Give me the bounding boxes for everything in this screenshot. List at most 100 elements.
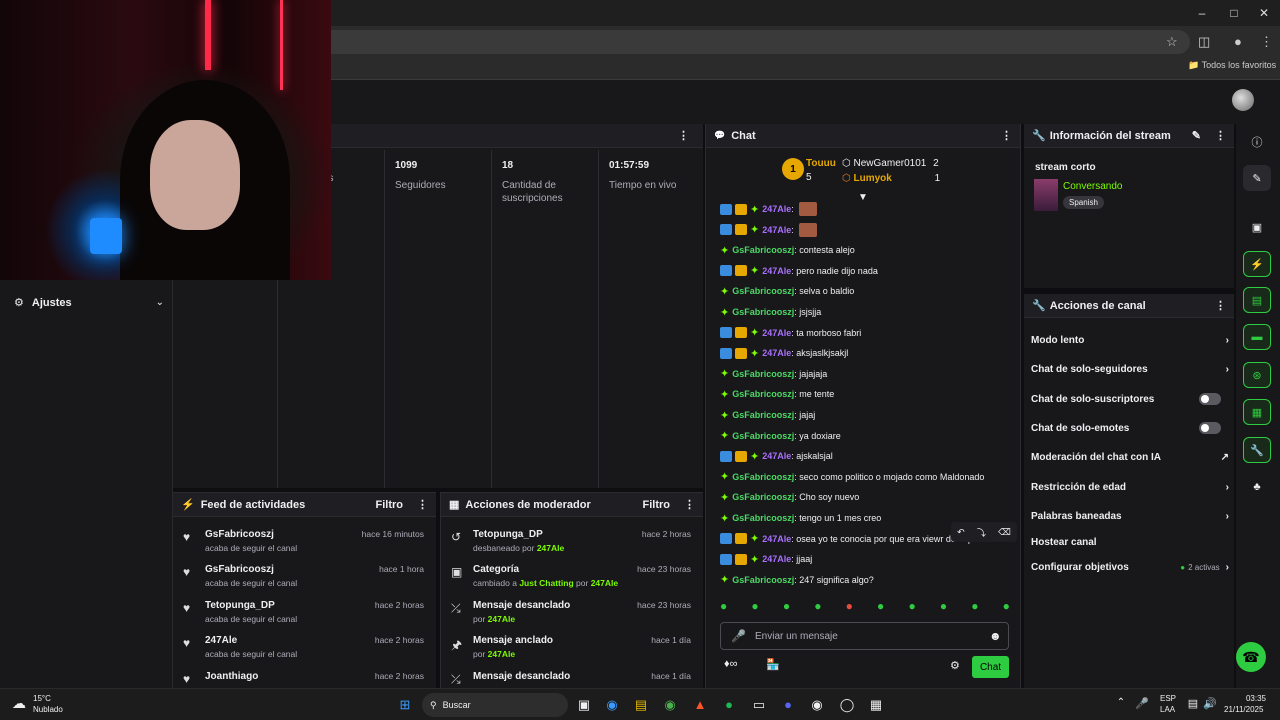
chat-message[interactable]: ✦ 247Ale: pero nadie dijo nada [720, 262, 878, 280]
chat-message[interactable]: ✦ 247Ale: ajskalsjal [720, 447, 833, 465]
task-view-icon[interactable]: ▣ [574, 697, 594, 713]
chevron-up-icon[interactable]: ⌃ [1111, 697, 1131, 708]
chat-username[interactable]: GsFabricooszj [732, 575, 794, 585]
chat-username[interactable]: 247Ale [762, 225, 791, 235]
info-icon[interactable]: ⓘ [1243, 129, 1271, 155]
app-icon[interactable]: ▦ [866, 697, 886, 713]
maximize-icon[interactable]: □ [1224, 6, 1244, 20]
feed-item[interactable]: ♥ 247Ale acaba de seguir el canal hace 2 ho… [173, 631, 436, 667]
clip-icon[interactable]: ▣ [1243, 214, 1271, 240]
taskbar-search[interactable]: ⚲ Buscar [422, 693, 568, 717]
mod-filter-button[interactable]: Filtro [643, 499, 671, 511]
emote-icon[interactable]: ● [814, 599, 821, 615]
emote-icon[interactable]: ● [783, 599, 790, 615]
mod-item[interactable]: 🖈 Mensaje anclado por 247Ale hace 1 día [441, 631, 703, 667]
emote-icon[interactable]: ● [846, 599, 853, 615]
option-age-restriction[interactable]: Restricción de edad › [1031, 477, 1229, 497]
chat-username[interactable]: GsFabricooszj [732, 492, 794, 502]
chat-username[interactable]: GsFabricooszj [732, 431, 794, 441]
option-goals[interactable]: Configurar objetivos ● 2 activas › [1031, 557, 1229, 577]
more-options-icon[interactable]: ⋮ [1215, 129, 1226, 142]
chat-message[interactable]: ✦ 247Ale: [720, 200, 818, 218]
option-banned-words[interactable]: Palabras baneadas › [1031, 506, 1229, 526]
more-options-icon[interactable]: ⋮ [1215, 299, 1226, 312]
option-host-channel[interactable]: Hostear canal [1031, 532, 1229, 552]
chat-username[interactable]: GsFabricooszj [732, 245, 794, 255]
star-icon[interactable]: ☆ [1166, 34, 1178, 50]
bits-icon[interactable]: ♦∞ [724, 658, 737, 670]
broadcast-icon[interactable]: ⊛ [1243, 362, 1271, 388]
emote-icon[interactable]: ● [1003, 599, 1010, 615]
chat-message[interactable]: ✦ 247Ale: [720, 221, 818, 239]
emote-icon[interactable]: ● [940, 599, 947, 615]
lang-code[interactable]: ESP [1160, 694, 1176, 703]
chat-message[interactable]: ✦ GsFabricooszj: selva o baldio [720, 282, 854, 300]
weather-icon[interactable]: ☁ [12, 695, 26, 712]
emote-icon[interactable]: ● [751, 599, 758, 615]
obs-icon[interactable]: ◯ [837, 697, 857, 713]
emote-icon[interactable]: ● [971, 599, 978, 615]
chat-username[interactable]: GsFabricooszj [732, 472, 794, 482]
apps-icon[interactable]: ♣ [1243, 474, 1271, 500]
chat-settings-icon[interactable]: ⚙ [950, 659, 960, 672]
store-icon[interactable]: 🏪 [766, 658, 780, 671]
chat-username[interactable]: 247Ale [762, 266, 791, 276]
chat-message[interactable]: ✦ 247Ale: ta morboso fabri [720, 324, 861, 342]
mod-item[interactable]: ⤰ Mensaje desanclado hace 1 día [441, 667, 703, 687]
send-chat-button[interactable]: Chat [972, 656, 1009, 678]
wrench-icon[interactable]: 🔧 [1243, 437, 1271, 463]
subs-only-toggle[interactable] [1199, 393, 1221, 405]
chat-message[interactable]: ✦ GsFabricooszj: seco como politico o moj… [720, 468, 984, 486]
steam-icon[interactable]: ◉ [807, 697, 827, 713]
expand-leaderboard-icon[interactable]: ▼ [858, 192, 868, 203]
option-subs-only[interactable]: Chat de solo-suscriptores [1031, 389, 1229, 409]
chat-message[interactable]: ✦ GsFabricooszj: jajajaja [720, 365, 827, 383]
chat-message[interactable]: ✦ GsFabricooszj: Cho soy nuevo [720, 488, 859, 506]
chat-username[interactable]: 247Ale [762, 348, 791, 358]
menu-dots-icon[interactable]: ⋮ [1260, 34, 1273, 50]
minimize-icon[interactable]: – [1192, 6, 1212, 20]
option-emotes-only[interactable]: Chat de solo-emotes [1031, 418, 1229, 438]
delete-icon[interactable]: ⌫ [998, 527, 1011, 538]
more-options-icon[interactable]: ⋮ [684, 498, 695, 511]
chat-message[interactable]: ✦ GsFabricooszj: ya doxiare [720, 427, 841, 445]
chat-username[interactable]: GsFabricooszj [732, 286, 794, 296]
chrome-icon[interactable]: ◉ [660, 697, 680, 713]
mod-item[interactable]: ↺ Tetopunga_DP desbaneado por 247Ale hace 2… [441, 525, 703, 561]
chat-message[interactable]: ✦ 247Ale: jjaaj [720, 550, 812, 568]
folder-icon[interactable]: ▤ [631, 697, 651, 713]
brave-icon[interactable]: ▲ [690, 697, 710, 712]
chat-username[interactable]: GsFabricooszj [732, 389, 794, 399]
more-options-icon[interactable]: ⋮ [678, 129, 689, 142]
chat-username[interactable]: GsFabricooszj [732, 369, 794, 379]
chat-message[interactable]: ✦ GsFabricooszj: contesta alejo [720, 241, 855, 259]
option-followers-only[interactable]: Chat de solo-seguidores › [1031, 359, 1229, 379]
stream-category[interactable]: Conversando [1063, 181, 1122, 192]
feed-filter-button[interactable]: Filtro [376, 499, 404, 511]
feed-item[interactable]: ♥ GsFabricooszj acaba de seguir el canal ha… [173, 525, 436, 561]
chat-message[interactable]: ✦ 247Ale: aksjaslkjsakjl [720, 344, 848, 362]
profile-icon[interactable]: ● [1234, 34, 1242, 49]
epic-games-icon[interactable]: ▭ [749, 697, 769, 713]
feed-item[interactable]: ♥ Tetopunga_DP acaba de seguir el canal hac… [173, 596, 436, 632]
all-bookmarks-link[interactable]: 📁 Todos los favoritos [1188, 60, 1276, 71]
chat-icon[interactable]: ▬ [1243, 324, 1271, 350]
chat-input[interactable]: 🎤 Enviar un mensaje ☻ [720, 622, 1009, 650]
support-icon[interactable]: ☎ [1236, 642, 1266, 672]
chat-message[interactable]: ✦ GsFabricooszj: 247 significa algo? [720, 571, 874, 589]
clock-time[interactable]: 03:35 [1232, 694, 1266, 703]
more-options-icon[interactable]: ⋮ [417, 498, 428, 511]
emote-icon[interactable]: ● [720, 599, 727, 615]
more-options-icon[interactable]: ⋮ [1001, 129, 1012, 142]
chat-username[interactable]: 247Ale [762, 328, 791, 338]
feed-item[interactable]: ♥ GsFabricooszj acaba de seguir el canal ha… [173, 560, 436, 596]
mod-item[interactable]: ▣ Categoría cambiado a Just Chatting por 2… [441, 560, 703, 596]
chat-username[interactable]: GsFabricooszj [732, 307, 794, 317]
chat-message[interactable]: ✦ GsFabricooszj: jajaj [720, 406, 815, 424]
feed-item[interactable]: ♥ Joanthiago hace 2 horas [173, 667, 436, 687]
archive-icon[interactable]: ▦ [1243, 399, 1271, 425]
discord-icon[interactable]: ● [778, 697, 798, 712]
chat-username[interactable]: GsFabricooszj [732, 513, 794, 523]
chat-username[interactable]: 247Ale [762, 554, 791, 564]
edit-icon[interactable]: ✎ [1243, 165, 1271, 191]
